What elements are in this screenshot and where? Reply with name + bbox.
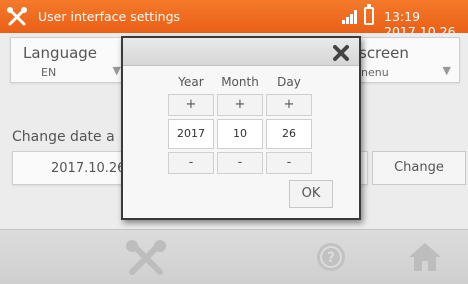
close-icon[interactable] [332, 44, 350, 62]
dropdown-arrow-icon: ▼ [442, 64, 451, 77]
date-picker-dialog: Year + 2017 - Month + 10 - Day + 26 - OK [121, 36, 361, 220]
day-increment-button[interactable]: + [266, 94, 312, 116]
date-value: 2017.10.26 [51, 161, 126, 176]
bottom-bar: ? [0, 229, 468, 284]
month-increment-button[interactable]: + [217, 94, 263, 116]
ok-button[interactable]: OK [289, 180, 333, 208]
title-bar: User interface settings 13:19 2017.10.26 [0, 0, 468, 39]
screen-value: nenu [361, 66, 389, 79]
tools-icon[interactable] [124, 240, 168, 276]
help-icon[interactable]: ? [316, 242, 346, 272]
day-header: Day [277, 75, 301, 89]
dropdown-arrow-icon: ▼ [112, 64, 121, 77]
language-selector[interactable]: Language EN ▼ [10, 37, 130, 83]
window-title: User interface settings [38, 9, 181, 24]
year-increment-button[interactable]: + [168, 94, 214, 116]
change-button[interactable]: Change [372, 151, 466, 185]
year-header: Year [178, 75, 204, 89]
tools-icon [7, 7, 27, 26]
year-value[interactable]: 2017 [168, 119, 214, 149]
language-value: EN [41, 66, 57, 79]
day-decrement-button[interactable]: - [266, 152, 312, 174]
signal-icon [342, 10, 357, 24]
dialog-header [123, 38, 359, 66]
day-value[interactable]: 26 [266, 119, 312, 149]
change-date-label: Change date a [12, 129, 115, 145]
home-icon[interactable] [408, 242, 442, 272]
battery-icon [364, 4, 374, 25]
month-value[interactable]: 10 [217, 119, 263, 149]
month-header: Month [221, 75, 259, 89]
year-decrement-button[interactable]: - [168, 152, 214, 174]
screen-label: screen [359, 44, 409, 62]
date-display: 2017.10.26 [12, 151, 132, 185]
svg-text:?: ? [327, 250, 335, 266]
month-decrement-button[interactable]: - [217, 152, 263, 174]
language-label: Language [23, 44, 98, 62]
